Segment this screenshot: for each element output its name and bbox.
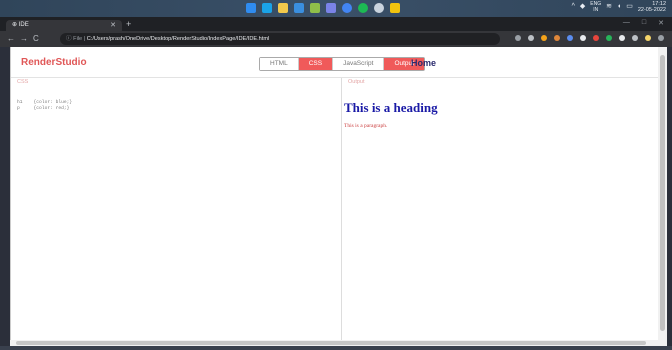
extension-icon[interactable] xyxy=(567,35,573,41)
toggle-javascript-button[interactable]: JavaScript xyxy=(332,58,384,70)
share-icon[interactable] xyxy=(515,35,521,41)
system-tray: ^ ◆ ENG IN ≋ ◖ ▭ 17:12 22-05-2022 xyxy=(572,1,666,13)
address-scheme: File xyxy=(73,36,83,42)
wifi-icon[interactable]: ≋ xyxy=(606,3,612,11)
address-url: C:/Users/prash/OneDrive/Desktop/RenderSt… xyxy=(86,36,270,42)
extension-icon[interactable] xyxy=(606,35,612,41)
address-bar[interactable]: ⓘ File | C:/Users/prash/OneDrive/Desktop… xyxy=(60,33,500,45)
browser-toolbar: ← → C ⓘ File | C:/Users/prash/OneDrive/D… xyxy=(0,31,672,47)
forward-icon[interactable]: → xyxy=(20,34,28,43)
date: 22-05-2022 xyxy=(637,7,666,13)
output-panel: Output This is a heading This is a parag… xyxy=(342,78,659,340)
toggle-css-button[interactable]: CSS xyxy=(297,58,333,70)
globe-icon: ⊕ xyxy=(12,22,19,28)
battery-icon[interactable]: ▭ xyxy=(626,3,633,11)
settings-icon[interactable] xyxy=(374,3,384,13)
bookmark-star-icon[interactable] xyxy=(528,35,534,41)
windows-taskbar: ^ ◆ ENG IN ≋ ◖ ▭ 17:12 22-05-2022 xyxy=(0,0,672,17)
taskbar-icons xyxy=(246,3,400,13)
back-icon[interactable]: ← xyxy=(7,34,15,43)
sticky-notes-icon[interactable] xyxy=(390,3,400,13)
brand-logo[interactable]: RenderStudio xyxy=(21,57,87,68)
close-window-icon[interactable]: ✕ xyxy=(658,19,664,27)
extension-icon[interactable] xyxy=(541,35,547,41)
ide-page: RenderStudio HTML CSS JavaScript Output … xyxy=(10,47,659,340)
code-line: p {color: red;} xyxy=(17,106,70,111)
panel-toggle-group: HTML CSS JavaScript Output xyxy=(259,57,425,71)
browser-tab-strip: ⊕ IDE ✕ + — □ ✕ xyxy=(0,17,672,31)
region-code: IN xyxy=(593,7,599,13)
window-controls: — □ ✕ xyxy=(623,19,664,27)
chevron-up-icon[interactable]: ^ xyxy=(572,3,575,11)
minimize-icon[interactable]: — xyxy=(623,19,630,27)
puzzle-icon[interactable] xyxy=(619,35,625,41)
reload-icon[interactable]: C xyxy=(33,34,39,43)
scroll-thumb[interactable] xyxy=(16,341,646,345)
output-paragraph: This is a paragraph. xyxy=(344,123,388,129)
paint-icon[interactable] xyxy=(310,3,320,13)
windows-start-icon[interactable] xyxy=(246,3,256,13)
browser-tab[interactable]: ⊕ IDE ✕ xyxy=(6,20,122,31)
language-indicator[interactable]: ENG IN xyxy=(590,1,601,13)
clock[interactable]: 17:12 22-05-2022 xyxy=(638,1,666,13)
desktop-edge xyxy=(0,346,672,350)
search-icon[interactable] xyxy=(262,3,272,13)
extension-icon[interactable] xyxy=(554,35,560,41)
chat-icon[interactable] xyxy=(326,3,336,13)
toggle-html-button[interactable]: HTML xyxy=(260,58,298,70)
extension-icon[interactable] xyxy=(580,35,586,41)
close-tab-icon[interactable]: ✕ xyxy=(110,20,116,31)
maximize-icon[interactable]: □ xyxy=(642,19,646,27)
scroll-thumb[interactable] xyxy=(660,55,665,331)
chrome-icon[interactable] xyxy=(342,3,352,13)
new-tab-icon[interactable]: + xyxy=(126,19,131,29)
extension-icons xyxy=(515,35,664,41)
sidebar-icon[interactable] xyxy=(632,35,638,41)
profile-avatar-icon[interactable] xyxy=(645,35,651,41)
css-editor-panel[interactable]: CSS h1 {color: blue;} p {color: red;} xyxy=(11,78,342,340)
vertical-scrollbar[interactable] xyxy=(658,47,667,340)
menu-kebab-icon[interactable] xyxy=(658,35,664,41)
ide-header: RenderStudio HTML CSS JavaScript Output … xyxy=(11,47,659,78)
file-explorer-icon[interactable] xyxy=(278,3,288,13)
css-code-editor[interactable]: h1 {color: blue;} p {color: red;} xyxy=(17,100,72,112)
output-panel-label: Output xyxy=(348,79,365,85)
css-panel-label: CSS xyxy=(17,79,29,85)
mail-icon[interactable] xyxy=(294,3,304,13)
shield-icon[interactable]: ◆ xyxy=(580,3,585,11)
output-heading: This is a heading xyxy=(344,100,438,115)
extension-icon[interactable] xyxy=(593,35,599,41)
spotify-icon[interactable] xyxy=(358,3,368,13)
tab-title: IDE xyxy=(18,22,29,28)
home-link[interactable]: Home xyxy=(411,58,436,68)
volume-icon[interactable]: ◖ xyxy=(617,3,621,11)
